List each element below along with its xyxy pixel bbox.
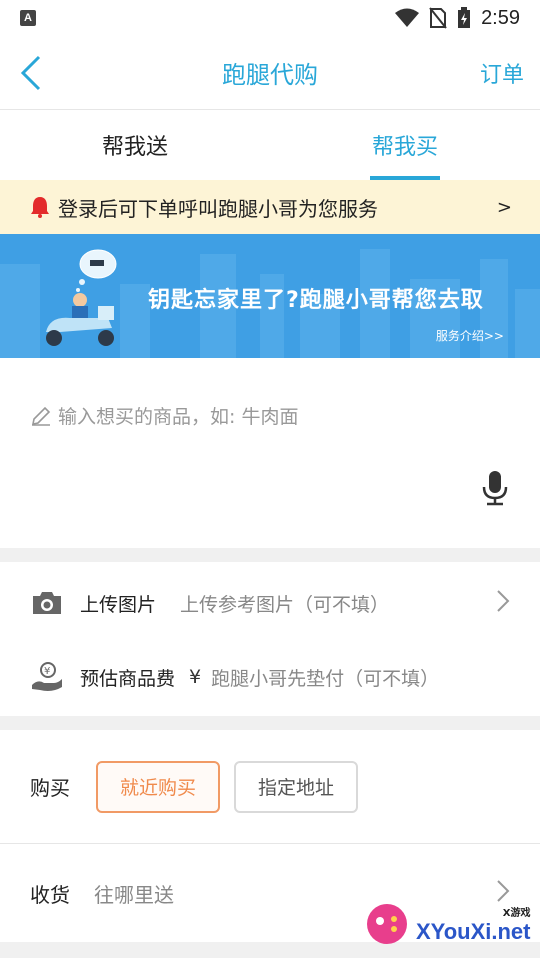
watermark-small: X游戏	[502, 907, 531, 919]
tab-help-buy[interactable]: 帮我买	[270, 110, 540, 180]
site-watermark: X游戏 XYouXi.net	[364, 894, 534, 954]
goods-input[interactable]: 输入想买的商品，如: 牛肉面	[30, 402, 298, 429]
upload-label: 上传图片	[80, 593, 157, 616]
page-title-wrap: 跑腿代购	[0, 55, 540, 90]
back-chevron-icon	[20, 55, 41, 90]
battery-charging-icon	[458, 7, 471, 28]
estimated-fee-row[interactable]: ¥ 预估商品费 ¥ 跑腿小哥先垫付（可不填）	[0, 640, 540, 714]
top-nav: 跑腿代购 订单	[0, 36, 540, 110]
back-button[interactable]	[20, 53, 60, 93]
watermark-text: X游戏 XYouXi.net	[416, 904, 531, 945]
money-hand-icon: ¥	[30, 661, 64, 693]
login-notice[interactable]: 登录后可下单呼叫跑腿小哥为您服务 >	[0, 180, 540, 234]
service-intro-link[interactable]: 服务介绍>>	[436, 327, 504, 344]
upload-hint: 上传参考图片（可不填）	[180, 593, 390, 616]
goods-section: 输入想买的商品，如: 牛肉面	[0, 358, 540, 562]
status-right: 2:59	[395, 7, 520, 30]
tab-bar: 帮我送 帮我买	[0, 110, 540, 180]
buy-option-row: 购买 就近购买 指定地址	[0, 730, 540, 844]
fee-label: 预估商品费	[80, 667, 176, 690]
camera-icon	[30, 590, 64, 616]
nearby-buy-option[interactable]: 就近购买	[96, 760, 221, 813]
service-banner[interactable]: 钥匙忘家里了?跑腿小哥帮您去取 服务介绍>>	[0, 234, 540, 358]
gamepad-logo-icon	[367, 904, 407, 944]
buy-label: 购买	[30, 776, 70, 800]
upload-image-row[interactable]: 上传图片 上传参考图片（可不填）	[0, 566, 540, 640]
goods-placeholder: 输入想买的商品，如: 牛肉面	[58, 406, 299, 428]
status-left: A	[20, 10, 36, 26]
app-screen: A 2:59 跑腿代购 订单 帮我送 帮我买 登录后可下单呼叫跑腿小哥为您服务 …	[0, 0, 540, 960]
no-sim-icon	[429, 7, 447, 29]
orders-link[interactable]: 订单	[480, 57, 524, 89]
receive-label: 收货	[30, 882, 70, 907]
banner-title: 钥匙忘家里了?跑腿小哥帮您去取	[148, 288, 484, 313]
status-bar: A 2:59	[0, 0, 540, 36]
notice-arrow: >	[496, 196, 512, 218]
specified-address-option[interactable]: 指定地址	[234, 760, 359, 813]
page-title: 跑腿代购	[222, 61, 318, 89]
tab-help-send[interactable]: 帮我送	[0, 110, 270, 180]
status-time: 2:59	[481, 6, 520, 29]
extra-info-section: 上传图片 上传参考图片（可不填） ¥ 预估商品费 ¥ 跑腿小哥先垫付（可不填）	[0, 566, 540, 730]
microphone-icon	[482, 471, 508, 506]
pencil-icon	[31, 406, 51, 426]
courier-scooter-illustration	[46, 249, 117, 346]
chevron-right-icon	[496, 589, 510, 618]
bell-icon	[31, 197, 49, 218]
watermark-big: XYouXi.net	[416, 918, 531, 944]
svg-text:¥: ¥	[44, 666, 50, 677]
currency-symbol: ¥	[189, 666, 202, 688]
notice-text: 登录后可下单呼叫跑腿小哥为您服务	[58, 196, 378, 221]
app-notification-icon: A	[20, 10, 36, 26]
voice-input-button[interactable]	[482, 470, 508, 510]
fee-hint: 跑腿小哥先垫付（可不填）	[211, 667, 440, 690]
wifi-icon	[395, 8, 420, 27]
